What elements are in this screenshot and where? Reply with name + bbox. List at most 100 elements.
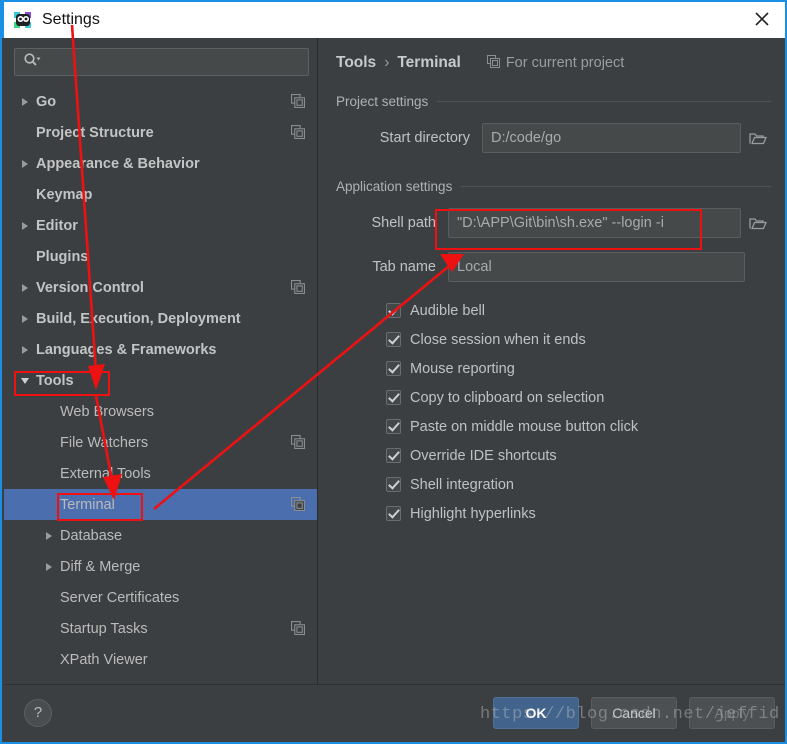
chevron-right-icon[interactable]	[42, 520, 56, 551]
checkbox-row-copy-to-clipboard-on-selection[interactable]: Copy to clipboard on selection	[386, 383, 771, 412]
start-directory-label: Start directory	[379, 130, 470, 146]
sidebar-item-startup-tasks[interactable]: Startup Tasks	[4, 613, 317, 644]
start-directory-browse-button[interactable]	[745, 123, 771, 153]
sidebar-item-label: Languages & Frameworks	[36, 341, 217, 358]
application-settings-group: Application settings Shell path "D:\APP\…	[336, 179, 771, 528]
checkbox-icon[interactable]	[386, 419, 401, 434]
sidebar-item-label: Appearance & Behavior	[36, 155, 200, 172]
window-title: Settings	[42, 11, 100, 28]
sidebar-item-file-watchers[interactable]: File Watchers	[4, 427, 317, 458]
start-directory-field[interactable]: D:/code/go	[482, 123, 741, 153]
shell-path-value: "D:\APP\Git\bin\sh.exe" --login -i	[457, 215, 664, 231]
copy-icon	[291, 435, 305, 453]
for-current-project-label: For current project	[505, 55, 625, 71]
chevron-right-icon[interactable]	[18, 148, 32, 179]
search-input[interactable]	[43, 54, 302, 70]
checkbox-row-paste-on-middle-mouse-button-click[interactable]: Paste on middle mouse button click	[386, 412, 771, 441]
breadcrumb-root[interactable]: Tools	[336, 54, 376, 72]
sidebar-item-label: Tools	[36, 372, 74, 389]
sidebar-item-keymap[interactable]: Keymap	[4, 179, 317, 210]
sidebar-item-diff-merge[interactable]: Diff & Merge	[4, 551, 317, 582]
close-icon[interactable]	[739, 2, 785, 36]
chevron-right-icon[interactable]	[18, 303, 32, 334]
checkbox-icon[interactable]	[386, 477, 401, 492]
checkbox-row-shell-integration[interactable]: Shell integration	[386, 470, 771, 499]
cancel-button[interactable]: Cancel	[591, 696, 677, 729]
checkbox-label: Copy to clipboard on selection	[410, 389, 605, 406]
chevron-right-icon[interactable]	[18, 86, 32, 117]
copy-icon	[291, 497, 305, 515]
sidebar-item-appearance-behavior[interactable]: Appearance & Behavior	[4, 148, 317, 179]
sidebar-item-version-control[interactable]: Version Control	[4, 272, 317, 303]
copy-icon	[486, 54, 500, 72]
application-settings-title: Application settings	[336, 179, 771, 194]
sidebar-item-languages-frameworks[interactable]: Languages & Frameworks	[4, 334, 317, 365]
sidebar-item-go[interactable]: Go	[4, 86, 317, 117]
ok-button[interactable]: OK	[493, 696, 579, 729]
tab-name-value: Local	[457, 259, 492, 275]
checkbox-icon[interactable]	[386, 361, 401, 376]
start-directory-value: D:/code/go	[491, 130, 562, 146]
help-button[interactable]: ?	[24, 698, 52, 727]
checkbox-row-highlight-hyperlinks[interactable]: Highlight hyperlinks	[386, 499, 771, 528]
checkbox-row-override-ide-shortcuts[interactable]: Override IDE shortcuts	[386, 441, 771, 470]
settings-content-panel: Tools › Terminal For current project Pro…	[318, 38, 785, 686]
divider-line	[461, 186, 771, 187]
sidebar-item-build-execution-deployment[interactable]: Build, Execution, Deployment	[4, 303, 317, 334]
start-directory-row: Start directory D:/code/go	[336, 123, 771, 153]
checkbox-row-mouse-reporting[interactable]: Mouse reporting	[386, 354, 771, 383]
checkbox-row-audible-bell[interactable]: Audible bell	[386, 296, 771, 325]
sidebar-item-project-structure[interactable]: Project Structure	[4, 117, 317, 148]
checkbox-label: Close session when it ends	[410, 331, 586, 348]
sidebar-item-tools[interactable]: Tools	[4, 365, 317, 396]
for-current-project: For current project	[486, 54, 625, 72]
sidebar-item-label: Web Browsers	[60, 403, 155, 420]
sidebar-item-server-certificates[interactable]: Server Certificates	[4, 582, 317, 613]
chevron-down-icon[interactable]	[18, 365, 32, 396]
sidebar-item-label: Server Certificates	[60, 589, 180, 606]
settings-tree: Go Project Structure Appearance & Behavior…	[4, 86, 317, 675]
search-icon	[23, 52, 41, 73]
sidebar-item-label: XPath Viewer	[60, 651, 148, 668]
apply-button[interactable]: Apply	[689, 696, 775, 729]
chevron-right-icon[interactable]	[18, 272, 32, 303]
sidebar-item-label: Version Control	[36, 279, 144, 296]
checkbox-icon[interactable]	[386, 506, 401, 521]
breadcrumb-separator: ›	[384, 54, 390, 71]
shell-path-browse-button[interactable]	[745, 208, 771, 238]
sidebar-item-label: Diff & Merge	[60, 558, 141, 575]
chevron-right-icon[interactable]	[42, 551, 56, 582]
chevron-right-icon[interactable]	[18, 210, 32, 241]
project-settings-title-label: Project settings	[336, 94, 429, 109]
sidebar-item-editor[interactable]: Editor	[4, 210, 317, 241]
dialog-body: Go Project Structure Appearance & Behavior…	[4, 38, 785, 686]
search-box[interactable]	[14, 48, 309, 76]
dialog-footer: ? OK Cancel Apply	[4, 684, 785, 740]
breadcrumb: Tools › Terminal For current project	[318, 38, 785, 72]
divider-line	[437, 101, 771, 102]
sidebar-item-xpath-viewer[interactable]: XPath Viewer	[4, 644, 317, 675]
goland-icon	[13, 10, 33, 30]
sidebar-item-database[interactable]: Database	[4, 520, 317, 551]
checkbox-icon[interactable]	[386, 332, 401, 347]
sidebar-item-label: Project Structure	[36, 124, 154, 141]
project-settings-group: Project settings Start directory D:/code…	[336, 94, 771, 153]
shell-path-field[interactable]: "D:\APP\Git\bin\sh.exe" --login -i	[448, 208, 741, 238]
sidebar-item-external-tools[interactable]: External Tools	[4, 458, 317, 489]
sidebar-item-label: Plugins	[36, 248, 89, 265]
sidebar-item-web-browsers[interactable]: Web Browsers	[4, 396, 317, 427]
copy-icon	[291, 94, 305, 112]
checkbox-icon[interactable]	[386, 448, 401, 463]
project-settings-title: Project settings	[336, 94, 771, 109]
checkbox-icon[interactable]	[386, 390, 401, 405]
tab-name-field[interactable]: Local	[448, 252, 745, 282]
sidebar-item-label: Terminal	[60, 496, 115, 513]
checkbox-icon[interactable]	[386, 303, 401, 318]
copy-icon	[291, 621, 305, 639]
checkbox-label: Paste on middle mouse button click	[410, 418, 639, 435]
checkbox-row-close-session-when-it-ends[interactable]: Close session when it ends	[386, 325, 771, 354]
sidebar-item-plugins[interactable]: Plugins	[4, 241, 317, 272]
terminal-options-list: Audible bell Close session when it ends Mo…	[386, 296, 771, 528]
chevron-right-icon[interactable]	[18, 334, 32, 365]
sidebar-item-terminal[interactable]: Terminal	[4, 489, 317, 520]
